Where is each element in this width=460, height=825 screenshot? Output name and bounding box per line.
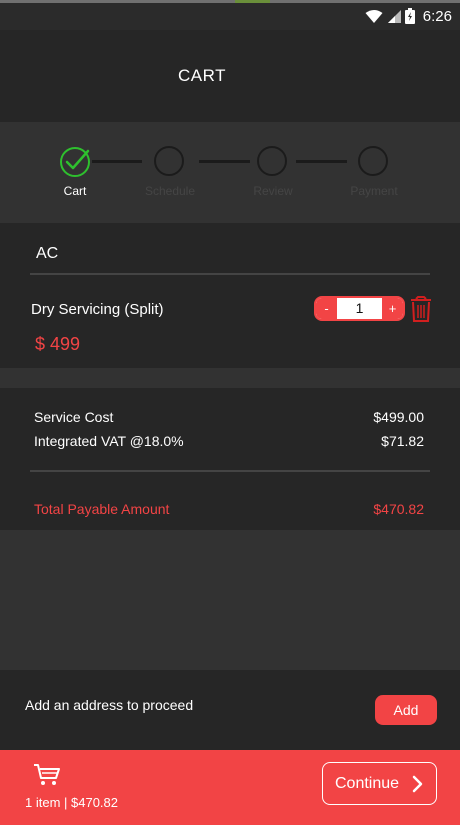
step-circle	[358, 146, 388, 176]
cart-summary: 1 item | $470.82	[25, 795, 118, 810]
checkout-stepper: Cart Schedule Review Payment	[0, 122, 460, 223]
item-name: Dry Servicing (Split)	[31, 301, 164, 318]
cost-summary: Service Cost $499.00 Integrated VAT @18.…	[0, 388, 460, 530]
divider	[30, 273, 430, 275]
step-payment	[358, 146, 390, 178]
step-circle	[257, 146, 287, 176]
quantity-value: 1	[355, 300, 364, 316]
vat-label: Integrated VAT @18.0%	[34, 433, 184, 449]
section-gap	[0, 368, 460, 388]
add-address-button[interactable]: Add	[375, 695, 437, 725]
cart-icon	[34, 764, 60, 785]
total-label: Total Payable Amount	[34, 501, 170, 517]
category-title: AC	[36, 245, 59, 262]
step-connector	[92, 160, 142, 163]
step-cart	[59, 146, 91, 178]
wifi-icon	[365, 9, 383, 23]
cart-item-card: AC Dry Servicing (Split) $ 499 - 1 +	[0, 223, 460, 368]
check-circle-icon	[60, 147, 90, 177]
status-bar: 6:26	[0, 0, 460, 30]
step-label-cart: Cart	[63, 184, 87, 198]
page-title: CART	[178, 66, 226, 85]
app-header: CART	[0, 30, 460, 122]
continue-button[interactable]: Continue	[322, 762, 437, 805]
status-time: 6:26	[422, 7, 452, 25]
service-cost-label: Service Cost	[34, 409, 114, 425]
step-circle	[154, 146, 184, 176]
signal-icon	[387, 9, 401, 23]
item-price: $ 499	[35, 334, 81, 354]
status-icons: 6:26	[365, 6, 452, 26]
step-label-payment: Payment	[350, 184, 398, 198]
step-review	[257, 146, 289, 178]
checkout-bar: 1 item | $470.82 Continue	[0, 750, 460, 825]
battery-icon	[404, 8, 415, 24]
step-label-schedule: Schedule	[144, 184, 196, 198]
chevron-right-icon	[412, 775, 423, 793]
address-prompt: Add an address to proceed	[25, 697, 194, 713]
step-connector	[296, 160, 347, 163]
step-schedule	[154, 146, 186, 178]
decrease-quantity-button[interactable]: -	[316, 298, 337, 319]
increase-quantity-button[interactable]: +	[382, 298, 403, 319]
empty-area	[0, 530, 460, 670]
address-bar: Add an address to proceed Add	[0, 670, 460, 750]
step-connector	[199, 160, 250, 163]
status-top-line	[0, 0, 460, 3]
quantity-stepper: - 1 +	[314, 296, 405, 321]
service-cost-value: $499.00	[373, 409, 424, 425]
divider	[30, 470, 430, 472]
total-value: $470.82	[373, 501, 424, 517]
status-top-accent	[235, 0, 270, 3]
continue-label: Continue	[335, 775, 400, 792]
vat-value: $71.82	[381, 433, 424, 449]
trash-icon[interactable]	[409, 296, 433, 322]
step-label-review: Review	[253, 184, 293, 198]
